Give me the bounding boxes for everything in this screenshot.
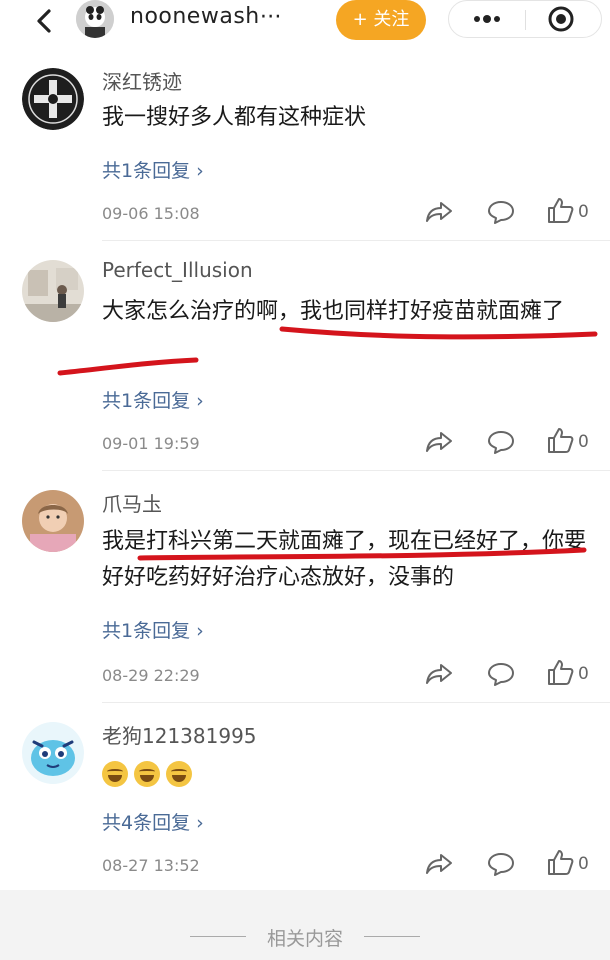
comment-time: 08-29 22:29: [102, 666, 200, 685]
laughing-tears-emoji-icon: [102, 761, 128, 787]
like-count: 0: [578, 432, 589, 452]
comment-icon[interactable]: [486, 428, 516, 456]
share-icon[interactable]: [424, 428, 454, 456]
share-icon[interactable]: [424, 850, 454, 878]
underline-stroke: [279, 326, 598, 340]
related-content-footer: 相关内容: [0, 890, 610, 960]
follow-button[interactable]: + 关注: [336, 0, 426, 40]
view-replies-link[interactable]: 共1条回复 ›: [102, 616, 204, 643]
comment-divider: [102, 470, 610, 471]
comment-divider: [102, 240, 610, 241]
like-count: 0: [578, 854, 589, 874]
red-underline-annotations: [57, 326, 598, 561]
mini-program-capsule: [448, 0, 602, 38]
comment-emojis: [102, 756, 592, 792]
divider-line: [364, 936, 420, 937]
comment-icon[interactable]: [486, 660, 516, 688]
view-replies-link[interactable]: 共4条回复 ›: [102, 808, 204, 835]
commenter-name[interactable]: 老狗121381995: [102, 720, 257, 749]
related-content-label[interactable]: 相关内容: [0, 924, 610, 951]
commenter-name[interactable]: 深红锈迹: [102, 66, 182, 95]
like-count: 0: [578, 202, 589, 222]
back-icon[interactable]: [30, 6, 60, 36]
view-replies-link[interactable]: 共1条回复 ›: [102, 156, 204, 183]
comment-icon[interactable]: [486, 850, 516, 878]
share-icon[interactable]: [424, 660, 454, 688]
laughing-tears-emoji-icon: [166, 761, 192, 787]
comment-divider: [102, 702, 610, 703]
like-icon[interactable]: [546, 426, 576, 454]
comment-text: 我一搜好多人都有这种症状: [102, 105, 367, 130]
more-icon[interactable]: [467, 1, 507, 37]
comment-icon[interactable]: [486, 198, 516, 226]
comment-time: 09-06 15:08: [102, 204, 200, 223]
author-avatar[interactable]: [76, 0, 114, 38]
commenter-name[interactable]: 爪马圡: [102, 488, 162, 517]
capsule-divider: [525, 10, 526, 30]
commenter-avatar[interactable]: [22, 722, 84, 784]
commenter-name[interactable]: Perfect_Illusion: [102, 258, 253, 282]
commenter-avatar[interactable]: [22, 68, 84, 130]
laughing-tears-emoji-icon: [134, 761, 160, 787]
target-icon[interactable]: [547, 5, 575, 33]
commenter-avatar[interactable]: [22, 490, 84, 552]
comment-text: 我是打科兴第二天就面瘫了，现在已经好了，你要好好吃药好好治疗心态放好，没事的: [102, 529, 587, 590]
like-icon[interactable]: [546, 658, 576, 686]
underline-stroke: [57, 357, 199, 376]
comment-time: 09-01 19:59: [102, 434, 200, 453]
like-icon[interactable]: [546, 848, 576, 876]
author-name[interactable]: noonewash⋯: [130, 4, 282, 29]
comment-time: 08-27 13:52: [102, 856, 200, 875]
top-nav-bar: noonewash⋯ + 关注: [0, 0, 610, 56]
commenter-avatar[interactable]: [22, 260, 84, 322]
share-icon[interactable]: [424, 198, 454, 226]
view-replies-link[interactable]: 共1条回复 ›: [102, 386, 204, 413]
comment-text: 大家怎么治疗的啊，我也同样打好疫苗就面瘫了: [102, 299, 565, 324]
like-count: 0: [578, 664, 589, 684]
like-icon[interactable]: [546, 196, 576, 224]
